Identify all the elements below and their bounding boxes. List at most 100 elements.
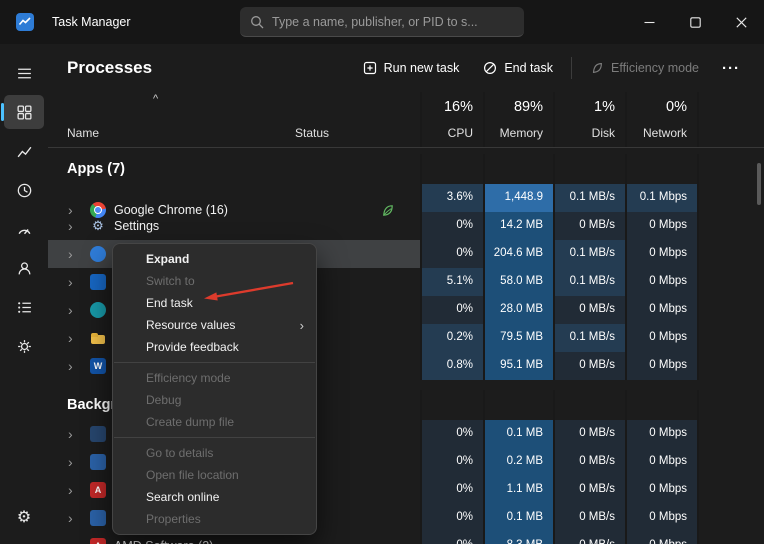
column-header-filler — [697, 92, 764, 147]
expand-chevron-icon[interactable]: › — [68, 427, 90, 441]
expand-chevron-icon[interactable]: › — [68, 539, 90, 544]
filler-cell — [697, 448, 764, 476]
expand-chevron-icon[interactable]: › — [68, 511, 90, 525]
filler-cell — [697, 268, 764, 296]
sidebar-item-app-history[interactable] — [4, 173, 44, 207]
close-icon[interactable] — [718, 0, 764, 44]
menu-item-label: Search online — [146, 490, 219, 504]
memory-cell — [483, 154, 553, 184]
memory-cell — [483, 390, 553, 420]
sidebar-item-services[interactable] — [4, 329, 44, 363]
cpu-cell: 0% — [420, 476, 483, 504]
disk-cell: 0.1 MB/s — [553, 268, 625, 296]
network-cell: 0 Mbps — [625, 476, 697, 504]
end-task-button[interactable]: End task — [472, 54, 564, 82]
cpu-cell: 0% — [420, 212, 483, 240]
status-cell — [295, 532, 420, 544]
menu-item-properties: Properties — [113, 508, 316, 530]
network-cell — [625, 390, 697, 420]
network-total-stat: 0% — [666, 99, 687, 115]
filler-cell — [697, 476, 764, 504]
expand-chevron-icon[interactable]: › — [68, 275, 90, 289]
titlebar: Task Manager — [0, 0, 764, 44]
sidebar-item-performance[interactable] — [4, 134, 44, 168]
memory-cell: 58.0 MB — [483, 268, 553, 296]
cpu-total-stat: 16% — [444, 99, 473, 115]
maximize-icon[interactable] — [672, 0, 718, 44]
network-cell — [625, 154, 697, 184]
memory-cell: 0.1 MB — [483, 504, 553, 532]
network-cell: 0 Mbps — [625, 448, 697, 476]
page-title: Processes — [67, 58, 152, 78]
memory-cell: 1.1 MB — [483, 476, 553, 504]
more-options-icon[interactable]: ··· — [712, 56, 750, 81]
settings-icon[interactable]: ⚙ — [4, 500, 44, 534]
toolbar: Processes Run new task End task Efficien… — [48, 44, 764, 92]
toolbar-divider — [571, 57, 572, 79]
menu-item-provide-feedback[interactable]: Provide feedback — [113, 336, 316, 358]
expand-chevron-icon[interactable]: › — [68, 303, 90, 317]
expand-chevron-icon[interactable]: › — [68, 359, 90, 373]
memory-cell: 8.3 MB — [483, 532, 553, 544]
context-menu: ExpandSwitch toEnd taskResource values›P… — [112, 243, 317, 535]
menu-item-label: Expand — [146, 252, 189, 266]
process-row[interactable]: ›Google Chrome (16)3.6%1,448.9 MB0.1 MB/… — [48, 184, 764, 212]
search-box[interactable] — [240, 7, 524, 37]
memory-cell: 95.1 MB — [483, 352, 553, 380]
group-header-row[interactable]: Apps (7) — [48, 154, 764, 184]
services-icon — [16, 338, 33, 355]
disk-cell: 0.1 MB/s — [553, 240, 625, 268]
process-name: AMD Software (2) — [114, 539, 213, 544]
expand-chevron-icon[interactable]: › — [68, 219, 90, 233]
disk-cell: 0 MB/s — [553, 532, 625, 544]
cpu-cell: 0% — [420, 296, 483, 324]
process-name: Settings — [114, 219, 159, 233]
search-input[interactable] — [272, 15, 514, 29]
sidebar-item-details[interactable] — [4, 290, 44, 324]
menu-item-label: Open file location — [146, 468, 239, 482]
processes-icon — [16, 104, 33, 121]
efficiency-mode-button[interactable]: Efficiency mode — [579, 54, 710, 82]
menu-item-resource-values[interactable]: Resource values› — [113, 314, 316, 336]
expand-chevron-icon[interactable]: › — [68, 455, 90, 469]
expand-chevron-icon[interactable]: › — [68, 247, 90, 261]
sidebar-item-users[interactable] — [4, 251, 44, 285]
expand-chevron-icon[interactable]: › — [68, 331, 90, 345]
process-icon — [90, 302, 106, 318]
disk-cell — [553, 390, 625, 420]
network-cell: 0 Mbps — [625, 212, 697, 240]
filler-cell — [697, 504, 764, 532]
expand-chevron-icon[interactable]: › — [68, 483, 90, 497]
column-header-network[interactable]: 0% Network — [625, 92, 697, 147]
menu-item-end-task[interactable]: End task — [113, 292, 316, 314]
menu-item-label: End task — [146, 296, 193, 310]
memory-cell: 0.2 MB — [483, 448, 553, 476]
column-header-status[interactable]: Status — [295, 92, 420, 147]
minimize-icon[interactable] — [626, 0, 672, 44]
hamburger-menu-icon[interactable] — [4, 56, 44, 90]
column-header-memory[interactable]: 89% Memory — [483, 92, 553, 147]
run-new-task-button[interactable]: Run new task — [352, 54, 471, 82]
menu-item-expand[interactable]: Expand — [113, 248, 316, 270]
column-header-cpu[interactable]: 16% CPU — [420, 92, 483, 147]
network-cell: 0 Mbps — [625, 324, 697, 352]
vertical-scrollbar[interactable] — [757, 163, 761, 205]
column-header-disk[interactable]: 1% Disk — [553, 92, 625, 147]
column-header-name[interactable]: ^ Name — [48, 92, 295, 147]
menu-item-search-online[interactable]: Search online — [113, 486, 316, 508]
sidebar-item-startup-apps[interactable] — [4, 212, 44, 246]
menu-separator — [114, 437, 315, 438]
table-header: ^ Name Status 16% CPU 89% Memory 1% Disk… — [48, 92, 764, 148]
memory-cell: 79.5 MB — [483, 324, 553, 352]
disk-cell: 0 MB/s — [553, 448, 625, 476]
process-icon: A — [90, 538, 106, 544]
process-row[interactable]: ›⚙Settings0%14.2 MB0 MB/s0 Mbps — [48, 212, 764, 240]
cpu-cell: 5.1% — [420, 268, 483, 296]
disk-cell: 0 MB/s — [553, 504, 625, 532]
memory-cell: 204.6 MB — [483, 240, 553, 268]
disk-total-stat: 1% — [594, 99, 615, 115]
efficiency-leaf-icon — [590, 61, 604, 75]
menu-item-label: Switch to — [146, 274, 195, 288]
disk-cell: 0.1 MB/s — [553, 324, 625, 352]
sidebar-item-processes[interactable] — [4, 95, 44, 129]
